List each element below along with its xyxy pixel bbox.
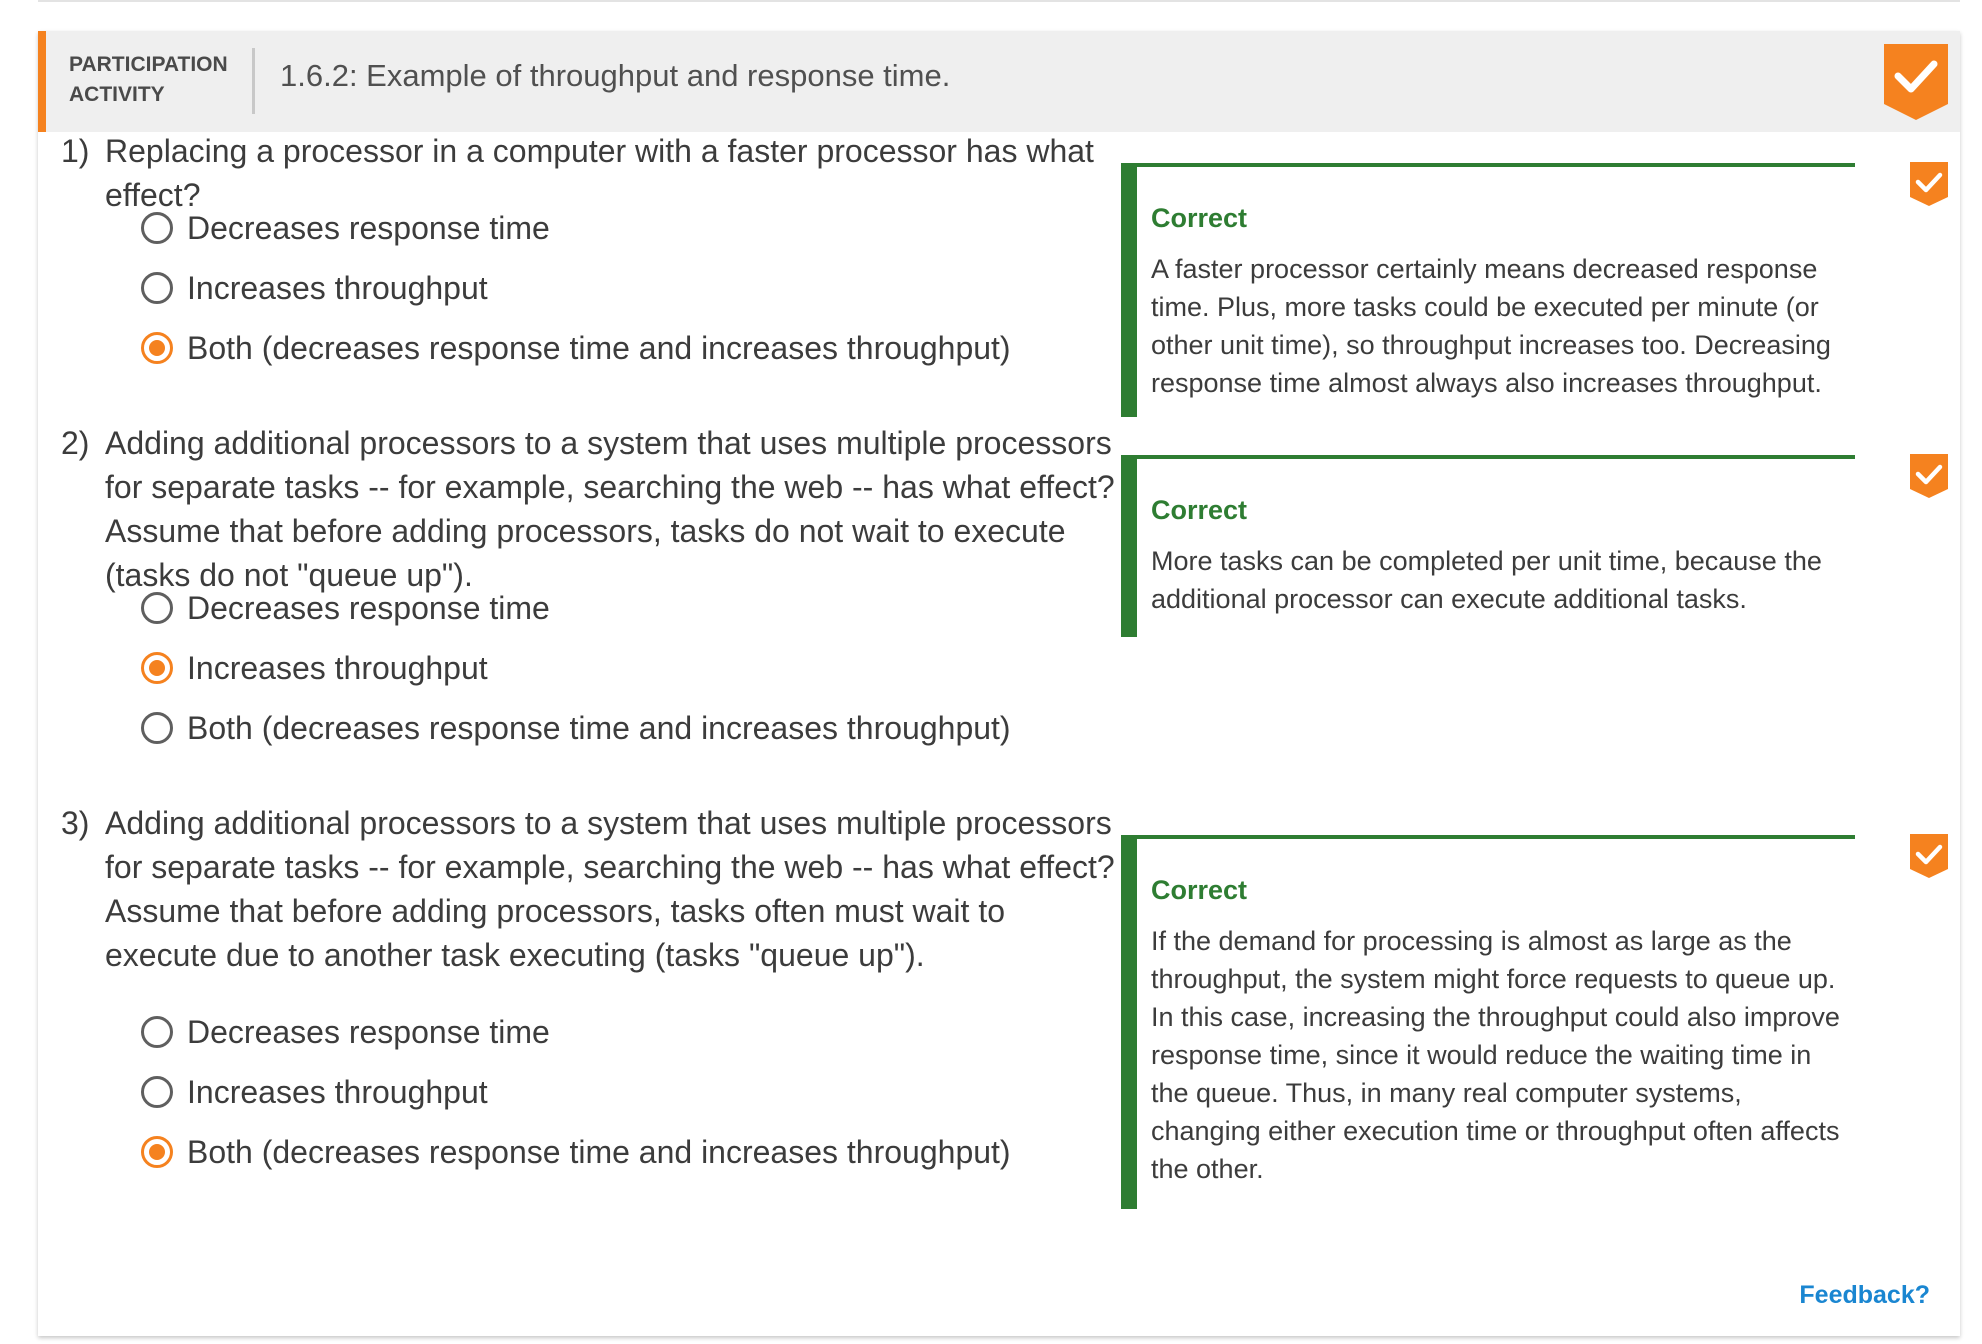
choice-label: Both (decreases response time and increa… [187,709,1011,746]
radio-icon[interactable] [141,592,173,624]
choice-label: Increases throughput [187,269,488,306]
feedback-heading: Correct [1151,875,1248,905]
activity-header: PARTICIPATION ACTIVITY 1.6.2: Example of… [38,31,1960,132]
radio-icon[interactable] [141,1076,173,1108]
q3-feedback: Correct If the demand for processing is … [1121,835,1855,1209]
activity-title: 1.6.2: Example of throughput and respons… [280,58,951,93]
question-number: 2) [61,425,90,461]
radio-selected-icon[interactable] [141,1136,173,1168]
activity-type: PARTICIPATION ACTIVITY [69,50,239,110]
question-text: Adding additional processors to a system… [105,805,1115,973]
choice-label: Both (decreases response time and increa… [187,329,1011,366]
q2-choice-decreases-response-time[interactable]: Decreases response time [141,583,550,633]
q2-feedback: Correct More tasks can be completed per … [1121,455,1855,637]
feedback-heading: Correct [1151,495,1248,525]
question-number: 1) [61,133,90,169]
choice-label: Increases throughput [187,649,488,686]
top-divider [38,0,1960,2]
choice-label: Decreases response time [187,209,550,246]
q1-feedback: Correct A faster processor certainly mea… [1121,163,1855,417]
completion-check-badge-icon [1884,44,1948,120]
choice-label: Decreases response time [187,1013,550,1050]
choice-label: Both (decreases response time and increa… [187,1133,1011,1170]
feedback-body: If the demand for processing is almost a… [1151,926,1840,1184]
q1-choice-decreases-response-time[interactable]: Decreases response time [141,203,550,253]
q3-choice-decreases-response-time[interactable]: Decreases response time [141,1007,550,1057]
activity-type-line2: ACTIVITY [69,83,165,106]
q1-choice-both[interactable]: Both (decreases response time and increa… [141,323,1011,373]
radio-selected-icon[interactable] [141,652,173,684]
question-number: 3) [61,805,90,841]
radio-selected-icon[interactable] [141,332,173,364]
question-text: Adding additional processors to a system… [105,425,1115,593]
q1-check-badge-icon [1910,162,1948,206]
feedback-link[interactable]: Feedback? [1799,1281,1930,1310]
feedback-heading: Correct [1151,203,1248,233]
q3-check-badge-icon [1910,834,1948,878]
q2-choice-increases-throughput[interactable]: Increases throughput [141,643,488,693]
header-divider [252,48,255,114]
activity-type-line1: PARTICIPATION [69,53,228,76]
choice-label: Increases throughput [187,1073,488,1110]
feedback-body: A faster processor certainly means decre… [1151,254,1831,398]
q3-choice-both[interactable]: Both (decreases response time and increa… [141,1127,1011,1177]
q2-check-badge-icon [1910,454,1948,498]
feedback-body: More tasks can be completed per unit tim… [1151,546,1822,614]
radio-icon[interactable] [141,712,173,744]
participation-activity: PARTICIPATION ACTIVITY 1.6.2: Example of… [38,31,1960,1336]
radio-icon[interactable] [141,212,173,244]
q2-choice-both[interactable]: Both (decreases response time and increa… [141,703,1011,753]
radio-icon[interactable] [141,272,173,304]
choice-label: Decreases response time [187,589,550,626]
q1-choice-increases-throughput[interactable]: Increases throughput [141,263,488,313]
q3-choice-increases-throughput[interactable]: Increases throughput [141,1067,488,1117]
radio-icon[interactable] [141,1016,173,1048]
